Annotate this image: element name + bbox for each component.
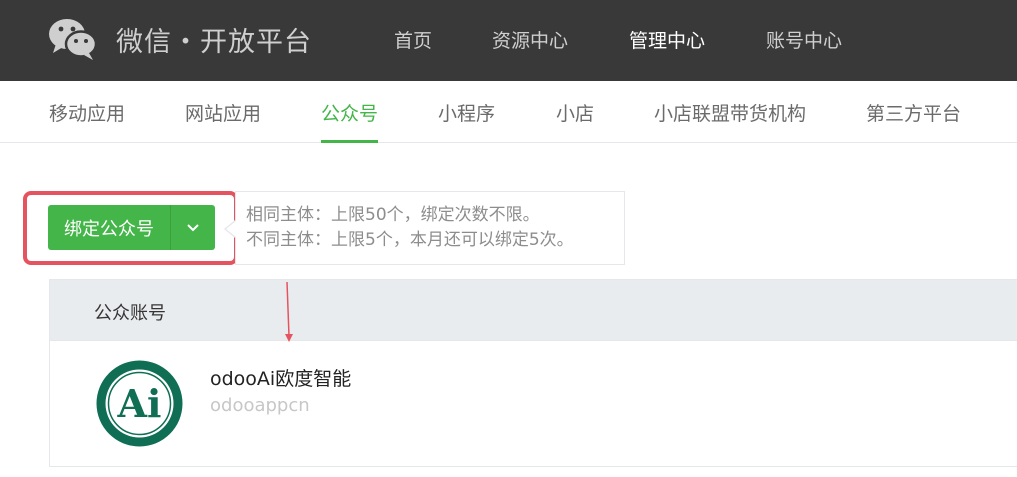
tab-shop-alliance[interactable]: 小店联盟带货机构 — [654, 99, 806, 143]
sub-nav: 移动应用 网站应用 公众号 小程序 小店 小店联盟带货机构 第三方平台 — [0, 81, 1017, 143]
topnav-item-resources[interactable]: 资源中心 — [492, 26, 568, 53]
account-name: odooAi欧度智能 — [210, 368, 352, 390]
topnav-item-management[interactable]: 管理中心 — [629, 26, 705, 53]
chevron-down-icon — [187, 224, 199, 232]
tab-shop[interactable]: 小店 — [556, 99, 594, 143]
tooltip-line-different-subject: 不同主体：上限5个，本月还可以绑定5次。 — [246, 230, 574, 250]
tab-third-party[interactable]: 第三方平台 — [866, 99, 961, 143]
topnav-item-account[interactable]: 账号中心 — [766, 26, 842, 53]
annotation-pointer — [285, 282, 293, 342]
wechat-logo-icon — [49, 19, 98, 60]
bind-limit-tooltip: 相同主体：上限50个，绑定次数不限。 不同主体：上限5个，本月还可以绑定5次。 — [235, 191, 625, 265]
column-header-account: 公众账号 — [94, 303, 166, 324]
tab-mini-programs[interactable]: 小程序 — [438, 99, 495, 143]
brand[interactable]: 微信・开放平台 — [48, 14, 311, 64]
tab-website-apps[interactable]: 网站应用 — [185, 99, 261, 143]
bind-button-group: 绑定公众号 — [48, 205, 215, 250]
bind-dropdown-toggle[interactable] — [170, 205, 215, 250]
account-id: odooappcn — [210, 395, 310, 416]
topnav-item-home[interactable]: 首页 — [394, 26, 432, 53]
tab-official-accounts[interactable]: 公众号 — [321, 99, 379, 143]
tab-mobile-apps[interactable]: 移动应用 — [49, 99, 125, 143]
top-bar: 微信・开放平台 首页 资源中心 管理中心 账号中心 — [0, 0, 1017, 81]
account-avatar: Ai — [96, 360, 183, 447]
table-row[interactable]: Ai odooAi欧度智能 odooappcn — [49, 341, 1017, 467]
table-header: 公众账号 — [49, 279, 1017, 341]
brand-title: 微信・开放平台 — [116, 27, 312, 58]
bind-official-account-button[interactable]: 绑定公众号 — [48, 205, 170, 250]
tooltip-line-same-subject: 相同主体：上限50个，绑定次数不限。 — [246, 205, 540, 225]
avatar-text: Ai — [117, 381, 162, 426]
tooltip-arrow-fill — [226, 221, 236, 237]
